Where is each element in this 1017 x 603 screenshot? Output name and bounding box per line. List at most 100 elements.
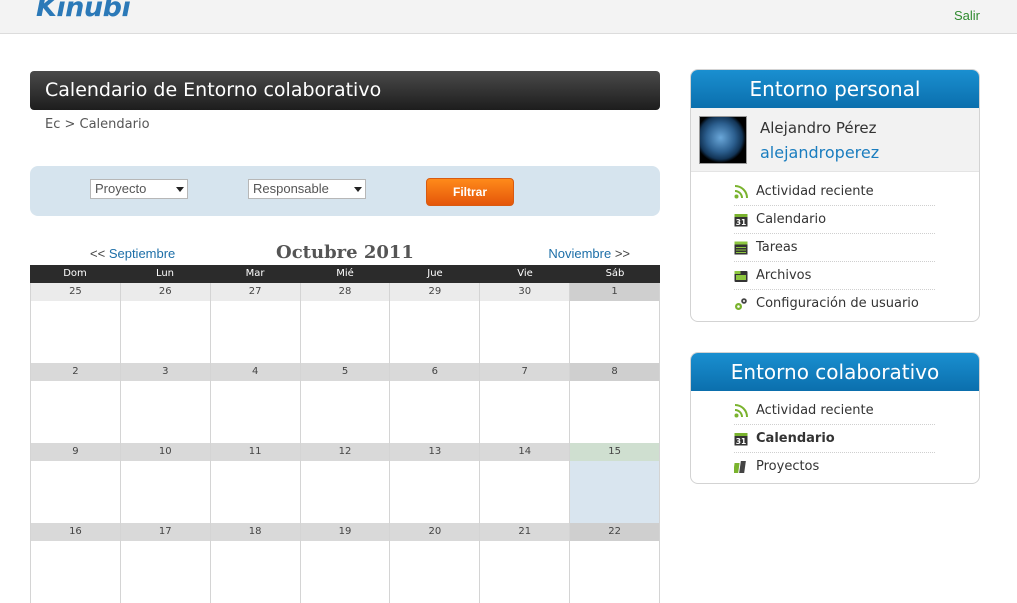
calendar-day[interactable]: 1 (569, 283, 661, 363)
calendar-day[interactable]: 8 (569, 363, 661, 443)
calendar-week: 16 17 18 19 20 21 22 (30, 523, 661, 603)
kinubi-logo[interactable]: Kinubi (36, 0, 131, 23)
day-number: 25 (31, 283, 120, 301)
day-number: 30 (480, 283, 570, 301)
personal-panel: Entorno personal Alejandro Pérez alejand… (690, 69, 980, 322)
calendar-day[interactable]: 3 (119, 363, 210, 443)
day-number: 16 (31, 523, 120, 541)
tasks-icon (734, 241, 748, 255)
project-select[interactable]: Proyecto (90, 179, 188, 199)
calendar-day[interactable]: 28 (299, 283, 390, 363)
day-number: 15 (570, 443, 660, 461)
avatar[interactable] (699, 116, 747, 164)
collab-item-activity[interactable]: Actividad reciente (734, 397, 935, 425)
page-title: Calendario de Entorno colaborativo (45, 79, 382, 101)
day-number: 29 (390, 283, 480, 301)
rss-icon (734, 185, 748, 199)
day-number: 10 (120, 443, 210, 461)
calendar-day[interactable]: 2 (30, 363, 120, 443)
personal-item-files[interactable]: Archivos (734, 262, 935, 290)
filter-button[interactable]: Filtrar (426, 178, 514, 206)
day-number: 6 (390, 363, 480, 381)
calendar-day[interactable]: 11 (209, 443, 300, 523)
collab-panel: Entorno colaborativo Actividad reciente … (690, 352, 980, 484)
files-icon (734, 271, 748, 282)
day-number: 19 (300, 523, 390, 541)
calendar-day[interactable]: 27 (209, 283, 300, 363)
day-number: 21 (480, 523, 570, 541)
breadcrumb[interactable]: Ec > Calendario (45, 117, 150, 132)
logout-link[interactable]: Salir (954, 8, 980, 23)
responsible-select[interactable]: Responsable (248, 179, 366, 199)
calendar-week: 25 26 27 28 29 30 1 (30, 283, 661, 363)
calendar-day[interactable]: 14 (479, 443, 570, 523)
calendar-day[interactable]: 4 (209, 363, 300, 443)
day-number: 13 (390, 443, 480, 461)
weekday-label: Jue (427, 268, 443, 279)
weekday-header: Dom Lun Mar Mié Jue Vie Sáb (30, 265, 660, 283)
collab-panel-title: Entorno colaborativo (691, 353, 979, 391)
weekday-label: Lun (155, 268, 175, 279)
day-number: 7 (480, 363, 570, 381)
calendar-day[interactable]: 7 (479, 363, 570, 443)
calendar-day[interactable]: 30 (479, 283, 570, 363)
calendar-day[interactable]: 5 (299, 363, 390, 443)
weekday-label: Vie (517, 268, 533, 279)
day-number: 28 (300, 283, 390, 301)
collab-item-projects[interactable]: Proyectos (734, 453, 935, 481)
calendar-day[interactable]: 25 (30, 283, 120, 363)
user-name: Alejandro Pérez (760, 119, 877, 137)
day-number: 2 (31, 363, 120, 381)
menu-item-label: Configuración de usuario (756, 296, 919, 311)
calendar-day[interactable]: 26 (119, 283, 210, 363)
day-number: 14 (480, 443, 570, 461)
calendar-day[interactable]: 13 (389, 443, 480, 523)
menu-item-label: Calendario (756, 431, 835, 446)
next-month-link[interactable]: Noviembre >> (548, 246, 630, 261)
personal-panel-title: Entorno personal (691, 70, 979, 108)
day-number: 11 (210, 443, 300, 461)
day-number: 8 (570, 363, 660, 381)
day-number: 22 (570, 523, 660, 541)
project-select-value: Proyecto (95, 181, 147, 196)
calendar-day[interactable]: 18 (209, 523, 300, 603)
day-number: 4 (210, 363, 300, 381)
personal-item-user-settings[interactable]: Configuración de usuario (734, 290, 935, 318)
calendar-day[interactable]: 21 (479, 523, 570, 603)
weekday-label: Mar (245, 268, 265, 279)
personal-item-activity[interactable]: Actividad reciente (734, 178, 935, 206)
calendar-nav: << Septiembre Octubre 2011 Noviembre >> (30, 240, 660, 264)
weekday-label: Mié (336, 268, 354, 279)
menu-item-label: Archivos (756, 268, 812, 283)
personal-item-calendar[interactable]: 31 Calendario (734, 206, 935, 234)
calendar-day[interactable]: 9 (30, 443, 120, 523)
filter-box: Proyecto Responsable Filtrar (30, 166, 660, 216)
top-bar: Kinubi Salir (0, 0, 1017, 34)
responsible-select-value: Responsable (253, 181, 329, 196)
calendar-day[interactable]: 6 (389, 363, 480, 443)
day-number: 27 (210, 283, 300, 301)
chevron-down-icon (176, 187, 184, 192)
calendar-day[interactable]: 17 (119, 523, 210, 603)
calendar-day[interactable]: 19 (299, 523, 390, 603)
user-box: Alejandro Pérez alejandroperez (691, 108, 979, 172)
calendar-day[interactable]: 20 (389, 523, 480, 603)
collab-item-calendar[interactable]: 31 Calendario (734, 425, 935, 453)
calendar-day[interactable]: 22 (569, 523, 661, 603)
calendar-day[interactable]: 10 (119, 443, 210, 523)
day-number: 5 (300, 363, 390, 381)
weekday-label: Sáb (605, 268, 625, 279)
calendar-grid: 25 26 27 28 29 30 1 2 3 4 5 6 7 8 9 10 1… (30, 283, 661, 603)
calendar-day[interactable]: 29 (389, 283, 480, 363)
user-login-link[interactable]: alejandroperez (760, 143, 879, 162)
personal-item-tasks[interactable]: Tareas (734, 234, 935, 262)
svg-text:31: 31 (736, 437, 746, 446)
calendar-day-today[interactable]: 15 (569, 443, 661, 523)
day-number: 1 (570, 283, 660, 301)
menu-item-label: Calendario (756, 212, 827, 227)
calendar-day[interactable]: 12 (299, 443, 390, 523)
svg-text:31: 31 (736, 218, 746, 227)
rss-icon (734, 404, 748, 418)
calendar-day[interactable]: 16 (30, 523, 120, 603)
menu-item-label: Actividad reciente (756, 403, 874, 418)
